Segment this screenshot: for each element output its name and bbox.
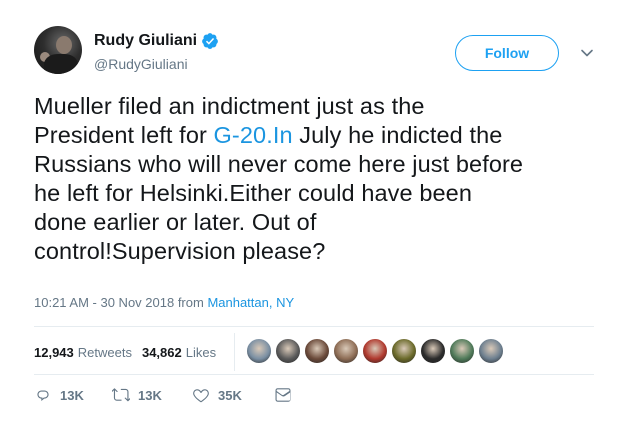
tweet-text-segment: control!Supervision please? xyxy=(34,238,326,264)
tweet-text-segment: President left for xyxy=(34,122,214,148)
follow-button[interactable]: Follow xyxy=(455,35,559,71)
retweets-stat[interactable]: 12,943 Retweets xyxy=(34,345,132,360)
tweet-actions: 13K 13K 35K xyxy=(34,386,292,404)
tweet-meta: 10:21 AM - 30 Nov 2018 from Manhattan, N… xyxy=(34,295,294,310)
retweet-icon xyxy=(112,388,130,402)
reply-button[interactable]: 13K xyxy=(34,386,112,404)
tweet-text: Mueller filed an indictment just as the P… xyxy=(34,92,604,266)
liker-avatar-1[interactable] xyxy=(246,338,272,364)
chevron-down-icon[interactable] xyxy=(580,46,594,60)
like-count: 35K xyxy=(218,387,242,403)
name-row: Rudy Giuliani xyxy=(94,32,219,50)
heart-icon xyxy=(193,389,209,403)
liker-avatar-4[interactable] xyxy=(333,338,359,364)
retweets-count: 12,943 xyxy=(34,344,74,360)
hashtag-link[interactable]: G-20.In xyxy=(214,122,293,148)
divider-top xyxy=(34,326,594,327)
direct-message-button[interactable] xyxy=(274,386,292,404)
likes-label: Likes xyxy=(185,344,217,360)
tweet-stats: 12,943 Retweets 34,862 Likes xyxy=(34,338,226,366)
timestamp[interactable]: 10:21 AM - 30 Nov 2018 from xyxy=(34,295,207,310)
tweet-text-segment: Russians who will never come here just b… xyxy=(34,151,524,177)
tweet-text-line: control!Supervision please? xyxy=(34,237,604,266)
tweet-text-line: done earlier or later. Out of xyxy=(34,208,604,237)
liker-avatar-8[interactable] xyxy=(449,338,475,364)
tweet-text-segment: he left for Helsinki.Either could have b… xyxy=(34,180,472,206)
user-handle[interactable]: @RudyGiuliani xyxy=(94,56,188,72)
reply-icon xyxy=(37,390,49,401)
liker-avatar-6[interactable] xyxy=(391,338,417,364)
liker-avatars xyxy=(246,338,507,364)
tweet-text-segment: done earlier or later. Out of xyxy=(34,209,317,235)
tweet-text-line: he left for Helsinki.Either could have b… xyxy=(34,179,604,208)
likes-count: 34,862 xyxy=(141,344,182,360)
retweet-count: 13K xyxy=(138,387,162,403)
retweets-label: Retweets xyxy=(77,344,132,360)
divider-bottom xyxy=(34,374,594,375)
reply-count: 13K xyxy=(60,387,84,403)
like-button[interactable]: 35K xyxy=(192,386,274,404)
tweet-text-segment: Mueller filed an indictment just as the xyxy=(34,93,425,119)
liker-avatar-2[interactable] xyxy=(275,338,301,364)
display-name[interactable]: Rudy Giuliani xyxy=(94,32,197,50)
likes-stat[interactable]: 34,862 Likes xyxy=(142,345,216,360)
tweet-text-segment: July he indicted the xyxy=(292,122,503,148)
tweet-header: Rudy Giuliani @RudyGiuliani Follow xyxy=(34,26,604,82)
tweet-text-line: Mueller filed an indictment just as the xyxy=(34,92,604,121)
verified-badge-icon xyxy=(202,33,218,49)
tweet-text-line: President left for G-20.In July he indic… xyxy=(34,121,604,150)
tweet-text-line: Russians who will never come here just b… xyxy=(34,150,604,179)
liker-avatar-5[interactable] xyxy=(362,338,388,364)
stats-separator xyxy=(234,333,235,371)
liker-avatar-7[interactable] xyxy=(420,338,446,364)
envelope-icon xyxy=(275,388,291,402)
location-link[interactable]: Manhattan, NY xyxy=(207,295,294,310)
liker-avatar-9[interactable] xyxy=(478,338,504,364)
retweet-button[interactable]: 13K xyxy=(112,386,192,404)
liker-avatar-3[interactable] xyxy=(304,338,330,364)
profile-avatar[interactable] xyxy=(34,26,82,74)
